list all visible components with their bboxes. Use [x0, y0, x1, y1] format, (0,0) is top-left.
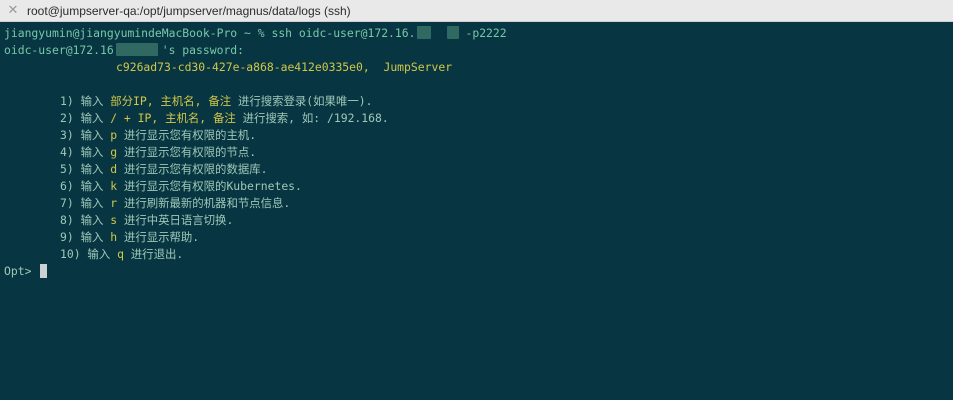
menu-item-number: 10) 输入 [60, 247, 118, 261]
menu-item: 7) 输入 r 进行刷新最新的机器和节点信息. [4, 195, 953, 212]
menu-item: 10) 输入 q 进行退出. [4, 246, 953, 263]
menu-item-number: 9) 输入 [60, 230, 111, 244]
window-title: root@jumpserver-qa:/opt/jumpserver/magnu… [27, 3, 351, 18]
cmd-ssh: ssh oidc-user@172.16. [271, 26, 416, 40]
menu-item-number: 5) 输入 [60, 162, 111, 176]
menu-item-key: 部分IP, 主机名, 备注 [110, 94, 232, 108]
menu-item-number: 7) 输入 [60, 196, 111, 210]
prompt-line: Opt> [4, 263, 953, 280]
menu-item-desc: 进行刷新最新的机器和节点信息. [117, 196, 291, 210]
menu-item-number: 3) 输入 [60, 128, 111, 142]
menu-item-desc: 进行显示帮助. [117, 230, 200, 244]
menu-item-desc: 进行显示您有权限的主机. [117, 128, 257, 142]
menu-item: 3) 输入 p 进行显示您有权限的主机. [4, 127, 953, 144]
session-id: c926ad73-cd30-427e-a868-ae412e0335e0, [116, 60, 370, 74]
menu-item: 5) 输入 d 进行显示您有权限的数据库. [4, 161, 953, 178]
terminal[interactable]: jiangyumin@jiangyumindeMacBook-Pro ~ % s… [0, 22, 953, 280]
menu-item-desc: 进行显示您有权限的节点. [117, 145, 257, 159]
cmd-sep: ~ % [237, 26, 272, 40]
menu-item-number: 6) 输入 [60, 179, 111, 193]
close-icon[interactable]: ✕ [3, 0, 23, 21]
server-name: JumpServer [383, 60, 453, 74]
text-cursor [40, 264, 48, 278]
menu-item-number: 2) 输入 [60, 111, 111, 125]
menu-item-key: / + IP, 主机名, 备注 [110, 111, 236, 125]
menu-item: 9) 输入 h 进行显示帮助. [4, 229, 953, 246]
menu-item: 8) 输入 s 进行中英日语言切换. [4, 212, 953, 229]
redaction-mask [447, 26, 460, 39]
menu-item-desc: 进行中英日语言切换. [117, 213, 234, 227]
menu-item: 4) 输入 g 进行显示您有权限的节点. [4, 144, 953, 161]
window-titlebar: ✕ root@jumpserver-qa:/opt/jumpserver/mag… [0, 0, 953, 22]
menu-item: 1) 输入 部分IP, 主机名, 备注 进行搜索登录(如果唯一). [4, 93, 953, 110]
menu-item-number: 4) 输入 [60, 145, 111, 159]
menu-item-key: q [117, 247, 124, 261]
menu-item-desc: 进行显示您有权限的数据库. [117, 162, 268, 176]
menu-item-desc: 进行退出. [123, 247, 184, 261]
password-line: oidc-user@172.16 's password: [4, 42, 953, 59]
menu-item-number: 1) 输入 [60, 94, 111, 108]
help-menu: 1) 输入 部分IP, 主机名, 备注 进行搜索登录(如果唯一). 2) 输入 /… [4, 93, 953, 263]
menu-item-number: 8) 输入 [60, 213, 111, 227]
menu-item-desc: 进行显示您有权限的Kubernetes. [117, 179, 302, 193]
menu-item-desc: 进行搜索登录(如果唯一). [231, 94, 373, 108]
cmd-user: jiangyumin@jiangyumindeMacBook-Pro [4, 26, 238, 40]
menu-item: 6) 输入 k 进行显示您有权限的Kubernetes. [4, 178, 953, 195]
command-line: jiangyumin@jiangyumindeMacBook-Pro ~ % s… [4, 25, 953, 42]
redaction-mask [417, 26, 432, 39]
menu-item-desc: 进行搜索, 如: /192.168. [235, 111, 389, 125]
menu-item: 2) 输入 / + IP, 主机名, 备注 进行搜索, 如: /192.168. [4, 110, 953, 127]
pw-user: oidc-user@172.16 [4, 43, 114, 57]
cmd-port: -p2222 [465, 26, 507, 40]
redaction-mask [115, 43, 158, 56]
prompt-text: Opt> [4, 264, 39, 278]
pw-suffix: 's password: [161, 43, 245, 57]
session-line: c926ad73-cd30-427e-a868-ae412e0335e0, Ju… [4, 59, 953, 76]
